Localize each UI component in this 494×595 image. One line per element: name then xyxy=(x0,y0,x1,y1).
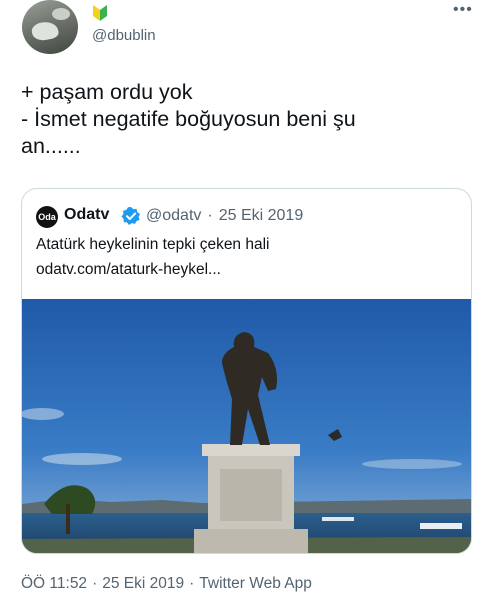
tweet-line: - İsmet negatife boğuyosun beni şu xyxy=(21,107,356,131)
avatar-detail xyxy=(30,19,60,43)
green-yellow-badge-icon xyxy=(93,5,107,21)
quoted-tweet[interactable]: Oda Odatv @odatv · 25 Eki 2019 Atatürk hey… xyxy=(21,188,472,554)
tweet-time[interactable]: ÖÖ 11:52 xyxy=(21,575,87,592)
tweet-line: an...... xyxy=(21,134,81,158)
quote-meta: @odatv · 25 Eki 2019 xyxy=(146,207,303,225)
quote-link[interactable]: odatv.com/ataturk-heykel... xyxy=(36,261,221,279)
tweet-line: + paşam ordu yok xyxy=(21,80,193,104)
author-handle[interactable]: @dbublin xyxy=(92,27,156,44)
quote-separator: · xyxy=(207,207,213,224)
quote-date[interactable]: 25 Eki 2019 xyxy=(219,207,304,224)
quote-avatar[interactable]: Oda xyxy=(36,206,58,228)
more-dots-icon[interactable]: ••• xyxy=(453,1,473,19)
quote-text: Atatürk heykelinin tepki çeken hali xyxy=(36,236,270,253)
quote-avatar-text: Oda xyxy=(38,212,56,222)
footer-separator: · xyxy=(189,575,195,592)
tweet-text: + paşam ordu yok - İsmet negatife boğuyo… xyxy=(21,79,476,160)
verified-badge-icon xyxy=(121,207,140,225)
tweet-date[interactable]: 25 Eki 2019 xyxy=(102,575,184,592)
quote-author-name[interactable]: Odatv xyxy=(64,206,109,224)
footer-separator: · xyxy=(92,575,98,592)
tweet-footer: ÖÖ 11:52 · 25 Eki 2019 · Twitter Web App xyxy=(21,575,312,593)
statue-photo[interactable] xyxy=(22,299,471,553)
quote-handle[interactable]: @odatv xyxy=(146,207,201,224)
avatar-detail xyxy=(52,8,70,20)
tweet-source[interactable]: Twitter Web App xyxy=(199,575,312,592)
avatar[interactable] xyxy=(22,0,78,54)
